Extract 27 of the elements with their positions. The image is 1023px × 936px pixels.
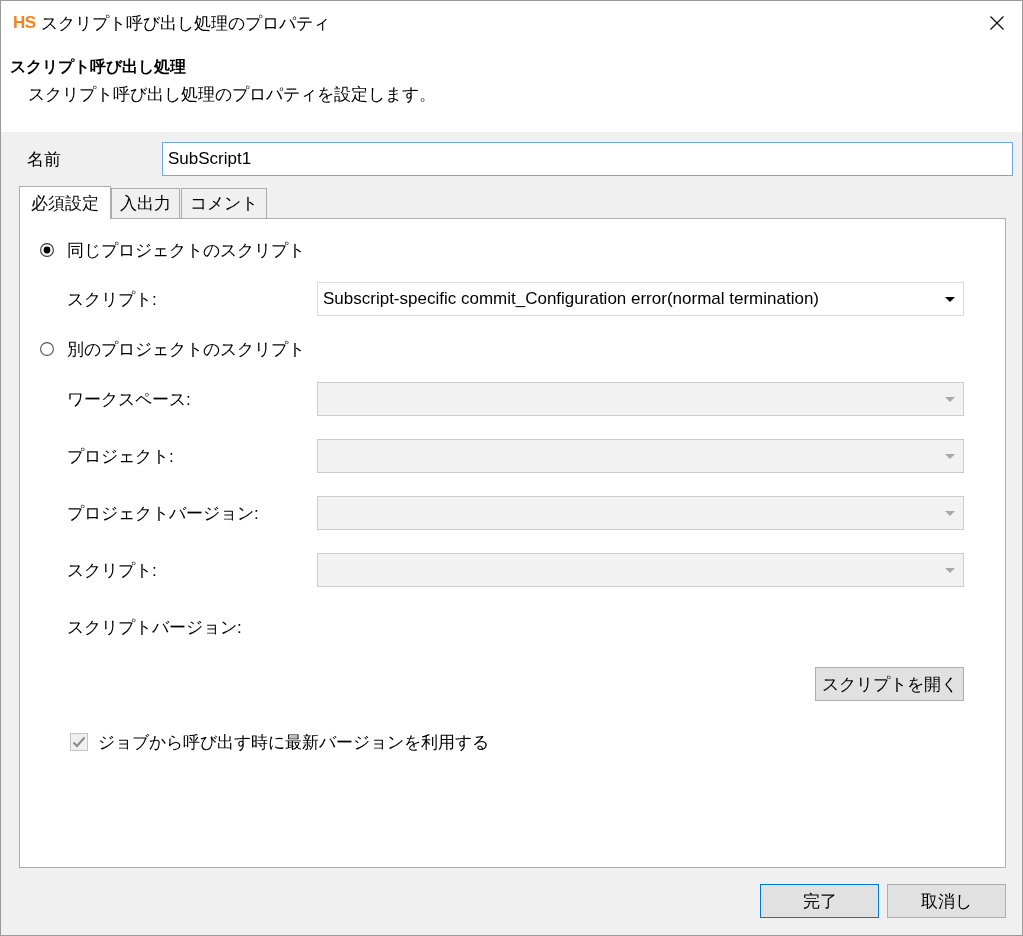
app-logo: HS: [13, 13, 36, 33]
caret-icon: [945, 396, 955, 402]
caret-icon: [945, 453, 955, 459]
field-label: 名前: [27, 148, 62, 171]
field-label: ワークスペース:: [67, 388, 192, 411]
caret-icon: [945, 567, 955, 573]
dropdown[interactable]: Subscript-specific commit_Configuration error(normal termination): [317, 282, 964, 316]
dialog-button[interactable]: 取消し: [887, 884, 1006, 918]
field-label: スクリプト:: [67, 559, 158, 582]
close-icon[interactable]: [990, 16, 1004, 30]
tab[interactable]: 必須設定: [19, 186, 111, 219]
window-title: スクリプト呼び出し処理のプロパティ: [40, 12, 330, 35]
header-title: スクリプト呼び出し処理: [10, 57, 186, 77]
field-label: プロジェクト:: [67, 445, 175, 468]
field-label: スクリプト:: [67, 288, 158, 311]
radio-option[interactable]: 別のプロジェクトのスクリプト: [40, 332, 305, 366]
caret-icon: [945, 510, 955, 516]
caret-icon: [945, 296, 955, 302]
field-label: スクリプトバージョン:: [67, 616, 243, 639]
header-description: スクリプト呼び出し処理のプロパティを設定します。: [28, 84, 436, 106]
radio-option[interactable]: 同じプロジェクトのスクリプト: [40, 233, 305, 267]
open-script-button[interactable]: スクリプトを開く: [815, 667, 964, 701]
field-label: プロジェクトバージョン:: [67, 502, 260, 525]
tab[interactable]: コメント: [181, 188, 267, 218]
tab[interactable]: 入出力: [111, 188, 180, 218]
dialog-button[interactable]: 完了: [760, 884, 879, 918]
name-input[interactable]: SubScript1: [162, 142, 1013, 176]
